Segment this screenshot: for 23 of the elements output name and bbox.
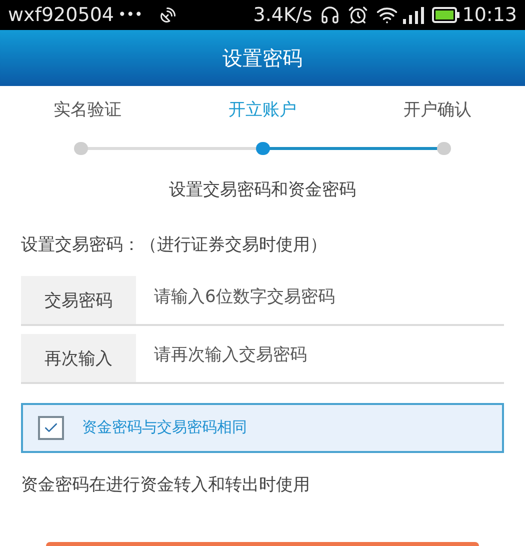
option-label: 资金密码与交易密码相同 [82, 417, 247, 438]
signal-icon [402, 6, 424, 24]
step-label: 开立账户 [228, 99, 298, 122]
field-label: 再次输入 [21, 334, 136, 382]
satellite-dish-icon [158, 6, 177, 24]
alarm-clock-icon [348, 5, 368, 25]
section-label: 设置交易密码：（进行证券交易时使用） [21, 234, 328, 257]
headphones-icon [320, 5, 340, 25]
step-label: 开户确认 [402, 99, 472, 122]
password-field[interactable]: 请输入6位数字交易密码 [136, 276, 504, 324]
battery-icon [432, 7, 460, 23]
same-password-option[interactable]: 资金密码与交易密码相同 [21, 402, 504, 452]
subtitle: 设置交易密码和资金密码 [168, 178, 357, 202]
clock: 10:13 [462, 2, 517, 28]
note-text: 资金密码在进行资金转入和转出时使用 [21, 474, 311, 496]
page-title: 设置密码 [222, 45, 302, 72]
network-speed: 3.4K/s [253, 2, 312, 28]
field-label: 交易密码 [21, 276, 136, 324]
step-label: 实名验证 [52, 99, 122, 122]
notification-dots: ••• [118, 6, 143, 24]
password-field[interactable]: 请再次输入交易密码 [136, 334, 504, 382]
carrier-name: wxf920504 [8, 2, 114, 28]
checkbox[interactable] [38, 416, 64, 440]
